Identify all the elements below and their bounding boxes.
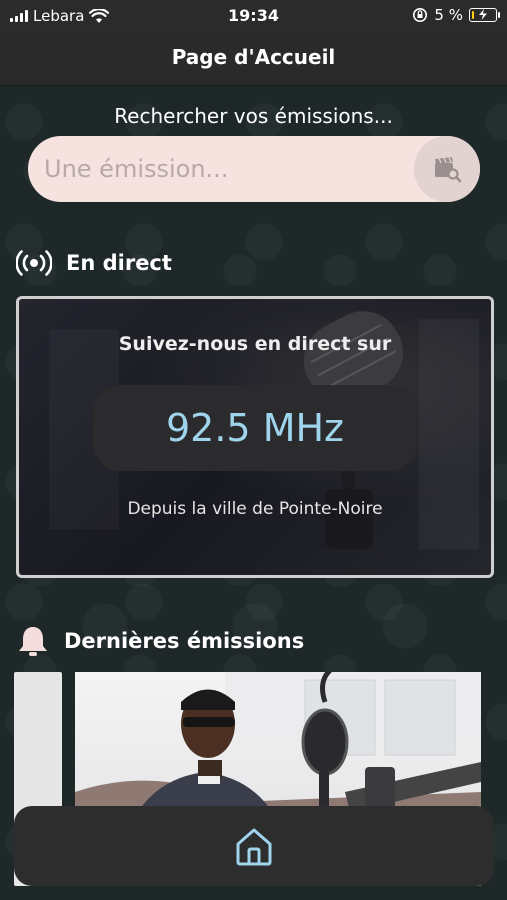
bottom-navigation [14, 806, 494, 886]
battery-icon [469, 8, 500, 22]
page-title: Page d'Accueil [0, 32, 507, 86]
battery-percent: 5 % [434, 6, 463, 24]
search-button[interactable] [414, 136, 480, 202]
live-heading-label: En direct [66, 251, 172, 275]
live-radio-card[interactable]: Suivez-nous en direct sur 92.5 MHz Depui… [16, 296, 494, 578]
status-bar: Lebara 19:34 5 % [0, 0, 507, 32]
rotation-lock-icon [413, 8, 428, 22]
bell-icon [19, 627, 47, 656]
live-location: Depuis la ville de Pointe-Noire [127, 499, 383, 519]
search-clapperboard-icon [435, 157, 462, 183]
latest-heading-label: Dernières émissions [64, 629, 305, 653]
frequency-display: 92.5 MHz [93, 385, 417, 471]
broadcast-icon [16, 250, 52, 276]
search-box [28, 136, 480, 202]
search-input[interactable] [44, 136, 414, 202]
live-heading: En direct [16, 249, 172, 277]
live-title: Suivez-nous en direct sur [118, 333, 392, 355]
search-prompt: Rechercher vos émissions... [114, 104, 393, 128]
latest-heading: Dernières émissions [16, 624, 304, 658]
home-icon[interactable] [232, 824, 276, 868]
